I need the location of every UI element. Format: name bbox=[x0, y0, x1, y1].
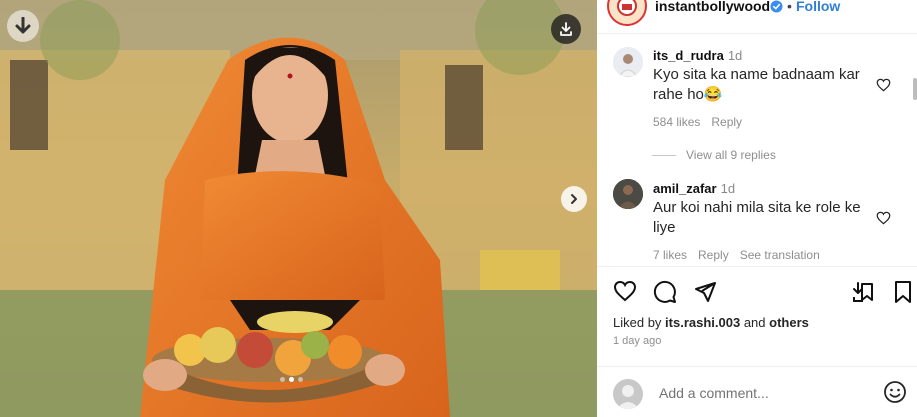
liked-by-others[interactable]: others bbox=[769, 315, 809, 330]
carousel-indicator bbox=[280, 377, 303, 382]
default-user-icon bbox=[617, 385, 639, 409]
header-separator: • bbox=[787, 0, 792, 14]
comment-meta: 7 likes Reply See translation bbox=[653, 248, 820, 262]
comment-like-heart-icon[interactable] bbox=[876, 78, 891, 92]
post-actions bbox=[597, 280, 917, 306]
comment-time: 1d bbox=[727, 48, 743, 63]
heart-icon[interactable] bbox=[613, 280, 637, 302]
comment-likes[interactable]: 584 likes bbox=[653, 115, 700, 129]
comment-username[interactable]: amil_zafar bbox=[653, 181, 717, 196]
commenter-avatar[interactable] bbox=[613, 179, 643, 209]
header-divider bbox=[597, 33, 917, 34]
verified-badge-icon bbox=[770, 0, 783, 13]
view-replies[interactable]: View all 9 replies bbox=[652, 148, 776, 162]
reply-button[interactable]: Reply bbox=[711, 115, 742, 129]
share-icon[interactable] bbox=[693, 280, 717, 304]
user-photo-icon bbox=[613, 179, 643, 209]
comment-time: 1d bbox=[720, 181, 736, 196]
commenter-avatar[interactable] bbox=[613, 47, 643, 77]
comment-like-heart-icon[interactable] bbox=[876, 211, 891, 225]
download-button[interactable] bbox=[551, 14, 581, 44]
replies-line bbox=[652, 154, 676, 156]
liked-by-prefix: Liked by bbox=[613, 315, 662, 330]
comment-text: Kyo sita ka name badnaam kar rahe ho😂 bbox=[653, 66, 860, 103]
post-header: instantbollywood • Follow bbox=[597, 0, 917, 26]
comments-scrollbar[interactable] bbox=[913, 78, 917, 100]
comment-meta: 584 likes Reply bbox=[653, 115, 742, 129]
post-timestamp[interactable]: 1 day ago bbox=[613, 335, 661, 347]
save-to-collection-icon[interactable] bbox=[852, 280, 876, 304]
comment-icon[interactable] bbox=[653, 280, 677, 304]
emoji-icon[interactable] bbox=[883, 380, 907, 404]
carousel-dot-active bbox=[289, 377, 294, 382]
actions-divider bbox=[597, 266, 917, 267]
comment-likes[interactable]: 7 likes bbox=[653, 248, 687, 262]
account-name[interactable]: instantbollywood bbox=[655, 0, 770, 14]
user-photo-icon bbox=[613, 47, 643, 77]
view-replies-label[interactable]: View all 9 replies bbox=[686, 148, 776, 162]
post-image[interactable] bbox=[0, 0, 597, 417]
next-slide-button[interactable] bbox=[561, 186, 587, 212]
add-comment-bar bbox=[597, 376, 917, 412]
liked-by-user[interactable]: its.rashi.003 bbox=[665, 315, 740, 330]
post-photo-scene bbox=[0, 0, 597, 417]
download-arrow-button[interactable] bbox=[7, 10, 39, 42]
account-avatar[interactable] bbox=[607, 0, 647, 26]
post-side-panel: instantbollywood • Follow its_d_rudra 1d … bbox=[597, 0, 917, 417]
download-arrow-icon bbox=[15, 17, 31, 34]
download-icon bbox=[560, 22, 572, 36]
liked-by-middle: and bbox=[743, 315, 766, 330]
reply-button[interactable]: Reply bbox=[698, 248, 729, 262]
carousel-dot bbox=[280, 377, 285, 382]
carousel-dot bbox=[298, 377, 303, 382]
likes-summary: Liked by its.rashi.003 and others bbox=[613, 315, 809, 330]
comment-text: Aur koi nahi mila sita ke role ke liye bbox=[653, 199, 861, 236]
see-translation-button[interactable]: See translation bbox=[740, 248, 820, 262]
comment-username[interactable]: its_d_rudra bbox=[653, 48, 724, 63]
follow-button[interactable]: Follow bbox=[796, 0, 840, 14]
clapperboard-logo-icon bbox=[617, 0, 637, 16]
bookmark-icon[interactable] bbox=[893, 280, 913, 304]
comment-input-divider bbox=[597, 366, 917, 367]
add-comment-input[interactable] bbox=[657, 384, 861, 402]
chevron-right-icon bbox=[571, 194, 577, 204]
current-user-avatar[interactable] bbox=[613, 379, 643, 409]
